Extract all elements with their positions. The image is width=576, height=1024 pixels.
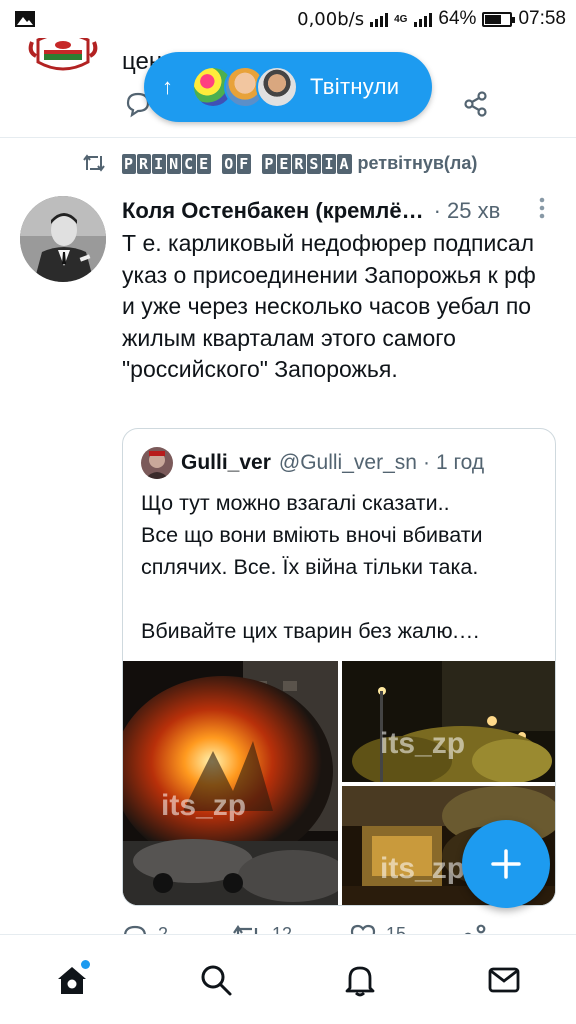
pill-label: Твітнули [310,74,400,99]
clock: 07:58 [518,8,566,29]
avatar [256,66,298,108]
signal-icon [370,11,389,27]
new-tweets-pill[interactable]: ↑ Твітнули [144,52,432,122]
media-night-trees[interactable]: its_zp [342,661,555,782]
retweet-icon [83,154,105,172]
compose-tweet-button[interactable] [462,820,550,908]
nav-search[interactable] [186,950,246,1010]
quoted-tweet-time: 1 год [435,451,485,474]
network-type: 4G [394,13,408,25]
status-bar: 0,00b/s 4G 64% 07:58 [0,0,576,38]
author-name[interactable]: Коля Остенбакен (кремлё… [122,198,424,224]
quoted-author-avatar [141,447,173,479]
net-speed: 0,00b/s [297,8,365,30]
mail-icon [488,967,520,992]
search-icon [201,965,232,995]
author-photo [20,196,106,282]
watermark: its_zp [161,789,247,822]
retweet-suffix: ретвітнув(ла) [357,152,478,173]
nav-home[interactable] [42,950,102,1010]
new-content-dot [81,959,90,969]
battery-percent: 64% [438,8,477,29]
plus-icon [491,849,521,879]
nav-messages[interactable] [474,950,534,1010]
gallery-icon [15,11,35,27]
signal-icon-2 [414,11,433,27]
quoted-author-handle: @Gulli_ver_sn [278,451,417,474]
retweet-indicator: PRINCE OF PERSIA ретвітнув(ла) [82,152,477,174]
retweeter-name[interactable]: PRINCE OF PERSIA [122,153,353,174]
tweet-time: · 25 хв [433,198,501,223]
pill-avatars [192,66,298,108]
bell-icon [345,966,375,996]
tweet-text: Т е. карликовый недофюрер подписал указ … [122,230,543,382]
quoted-tweet-header: Gulli_ver @Gulli_ver_sn · 1 год [141,447,484,479]
watermark: its_zp [380,727,466,760]
tweet-header: Коля Остенбакен (кремлё… · 25 хв [122,196,552,226]
author-avatar[interactable] [20,196,106,282]
media-fire-building[interactable]: its_zp [123,661,338,905]
arrow-up-icon: ↑ [162,74,173,99]
separator-dot: · [422,451,430,474]
quoted-author-name: Gulli_ver [181,451,271,474]
watermark: its_zp [380,852,466,885]
battery-icon [482,11,516,27]
quoted-tweet-text: Що тут можно взагалі сказати.. Все що во… [141,491,483,643]
nav-notifications[interactable] [330,950,390,1010]
share-icon[interactable] [462,90,490,118]
coat-of-arms-avatar [28,38,98,71]
more-options-icon[interactable] [532,196,552,226]
bottom-navigation [0,934,576,1024]
